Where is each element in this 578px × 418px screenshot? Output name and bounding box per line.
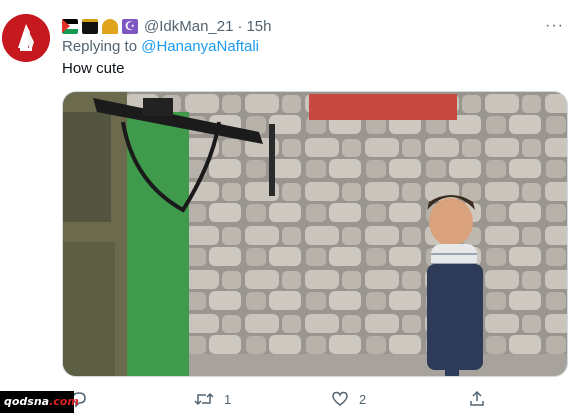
like-action[interactable]: 2	[331, 384, 366, 414]
retweet-action[interactable]: 1	[194, 384, 231, 414]
kaaba-icon	[82, 18, 98, 34]
tweet-header: ☪ @IdkMan_21 · 15h	[62, 16, 271, 36]
photo-soldier-and-child	[63, 92, 567, 376]
user-handle[interactable]: @IdkMan_21	[144, 18, 233, 35]
separator-dot: ·	[237, 17, 243, 35]
crescent-icon: ☪	[122, 18, 138, 34]
watermark-ext: .com	[49, 395, 79, 408]
retweet-count: 1	[224, 391, 232, 407]
mosque-icon	[102, 18, 118, 34]
site-watermark: qodsna.com	[0, 391, 79, 413]
tweet-text: How cute	[62, 60, 125, 77]
replying-to-line: Replying to @HananyaNaftali	[62, 38, 259, 55]
retweet-icon	[194, 392, 214, 406]
avatar[interactable]	[2, 14, 50, 62]
share-action[interactable]	[468, 384, 496, 414]
mention-link[interactable]: @HananyaNaftali	[141, 38, 259, 55]
like-count: 2	[359, 391, 367, 407]
tweet-media-image[interactable]	[62, 91, 568, 377]
palestine-flag-icon	[62, 18, 78, 34]
tweet-timestamp[interactable]: 15h	[246, 18, 271, 35]
more-options-button[interactable]: ···	[545, 17, 564, 35]
replying-to-label: Replying to	[62, 38, 138, 55]
tweet-card[interactable]: ☪ @IdkMan_21 · 15h ··· Replying to @Hana…	[0, 0, 578, 418]
action-bar: 1 2	[0, 384, 578, 414]
heart-icon	[332, 391, 348, 406]
share-icon	[470, 390, 484, 406]
watermark-name: qodsna	[4, 395, 50, 408]
avatar-emblem-icon	[2, 14, 50, 62]
